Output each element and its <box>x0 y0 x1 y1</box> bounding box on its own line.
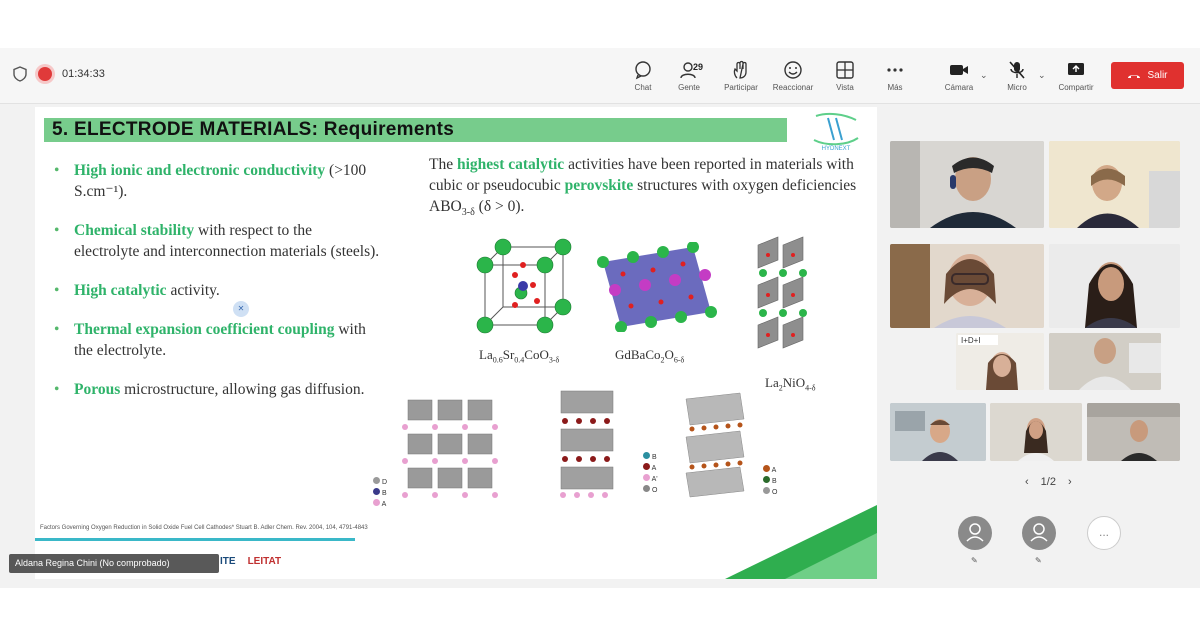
person-silhouette-icon <box>890 403 986 461</box>
slide-title-banner: 5. ELECTRODE MATERIALS: Requirements <box>44 118 787 142</box>
person-silhouette-icon: I+D+I <box>956 333 1044 390</box>
mic-muted-icon: ✎ <box>1035 556 1042 565</box>
list-item: • Chemical stability with respect to the … <box>54 222 380 260</box>
meeting-toolbar: 01:34:33 Chat 29 Gente Participar Reacci… <box>0 48 1200 104</box>
react-label: Reaccionar <box>772 83 814 92</box>
rp-perovskite-structure <box>757 236 807 349</box>
hang-up-icon <box>1128 74 1141 78</box>
meeting-timer: 01:34:33 <box>62 68 105 80</box>
user-icon <box>966 523 984 542</box>
svg-text:I+D+I: I+D+I <box>961 336 981 345</box>
participant-video[interactable] <box>890 244 1044 328</box>
more-participants-button[interactable]: ... <box>1087 516 1121 550</box>
shared-slide: 5. ELECTRODE MATERIALS: Requirements HYD… <box>35 107 877 579</box>
cursor-icon: ✕ <box>233 301 249 317</box>
participate-label: Participar <box>724 83 758 92</box>
share-button[interactable]: Compartir <box>1051 60 1101 92</box>
participant-video[interactable] <box>990 403 1082 461</box>
person-silhouette-icon <box>990 403 1082 461</box>
person-silhouette-icon <box>890 141 1044 228</box>
person-silhouette-icon <box>1087 403 1180 461</box>
raise-hand-button[interactable]: Participar <box>716 60 766 92</box>
mic-label: Micro <box>1007 83 1027 92</box>
person-silhouette-icon <box>1049 244 1180 328</box>
legend-2: B A A' O <box>643 452 658 496</box>
prev-page-button[interactable]: ‹ <box>1025 476 1029 488</box>
smiley-icon <box>784 61 802 79</box>
cubic-perovskite-structure <box>476 238 572 334</box>
person-silhouette-icon <box>1049 141 1180 228</box>
next-page-button[interactable]: › <box>1068 476 1072 488</box>
participant-video[interactable] <box>1049 141 1180 228</box>
lattice-structure-2 <box>560 390 614 498</box>
legend-3: A B O <box>763 465 777 498</box>
more-label: Más <box>887 83 903 92</box>
more-dots-icon <box>887 68 903 72</box>
react-button[interactable]: Reaccionar <box>768 60 818 92</box>
shield-icon <box>13 66 27 82</box>
sponsor-logo: ITE <box>220 556 236 567</box>
mic-muted-icon <box>1009 61 1025 79</box>
slide-reference: Factors Governing Oxygen Reduction in So… <box>40 525 368 531</box>
lattice-structure-1 <box>402 399 498 498</box>
user-icon <box>1030 523 1048 542</box>
slide-title: 5. ELECTRODE MATERIALS: Requirements <box>52 119 455 140</box>
formula-label: GdBaCo2O6-δ <box>615 347 685 365</box>
list-item: • High catalytic activity. <box>54 282 220 299</box>
list-item: • High ionic and electronic conductivity … <box>54 162 367 200</box>
participant-video[interactable] <box>1049 244 1180 328</box>
list-item: • Thermal expansion coefficient coupling … <box>54 321 366 359</box>
chat-button[interactable]: Chat <box>618 60 668 92</box>
person-silhouette-icon <box>1049 333 1161 390</box>
participant-video[interactable]: I+D+I <box>956 333 1044 390</box>
formula-label: La0.6Sr0.4CoO3-δ <box>479 347 560 365</box>
chat-label: Chat <box>634 83 652 92</box>
recording-indicator-icon <box>38 67 52 81</box>
logo-text: HYDNEXT <box>822 146 851 152</box>
legend-1: D B A <box>373 477 387 510</box>
view-button[interactable]: Vista <box>820 60 870 92</box>
camera-options-chevron-icon[interactable]: ⌄ <box>980 70 988 81</box>
participant-avatar[interactable] <box>1022 516 1056 550</box>
people-count: 29 <box>693 62 704 72</box>
sponsor-logos: ITE LEITAT <box>220 556 281 567</box>
camera-label: Cámara <box>944 83 974 92</box>
leave-button[interactable]: Salir <box>1111 62 1184 89</box>
camera-icon <box>950 65 968 75</box>
hydnext-logo-icon: HYDNEXT <box>813 112 859 152</box>
mic-options-chevron-icon[interactable]: ⌄ <box>1038 70 1046 81</box>
participant-video[interactable] <box>890 403 986 461</box>
people-button[interactable]: 29 Gente <box>664 60 714 92</box>
person-silhouette-icon <box>890 244 1044 328</box>
sponsor-logo: LEITAT <box>247 556 282 567</box>
perovskite-paragraph: The highest catalytic activities have be… <box>429 156 857 219</box>
lattice-structure-3 <box>685 392 745 498</box>
view-label: Vista <box>836 83 854 92</box>
participant-video[interactable] <box>890 141 1044 228</box>
people-label: Gente <box>678 83 700 92</box>
presenter-name-tag: Aldana Regina Chini (No comprobado) <box>9 554 219 573</box>
formula-label: La2NiO4-δ <box>765 375 816 393</box>
toolbar-left: 01:34:33 <box>12 66 105 82</box>
participant-video[interactable] <box>1049 333 1161 390</box>
camera-button[interactable]: Cámara <box>934 60 984 92</box>
leave-label: Salir <box>1147 70 1168 81</box>
page-indicator: 1/2 <box>1040 476 1056 488</box>
chat-icon <box>635 61 651 80</box>
layered-perovskite-structure <box>597 242 717 332</box>
list-item: • Porous microstructure, allowing gas dif… <box>54 381 365 398</box>
mic-button[interactable]: Micro <box>992 60 1042 92</box>
hand-icon <box>733 60 747 79</box>
more-button[interactable]: Más <box>870 60 920 92</box>
slide-accent-line <box>35 538 355 541</box>
corner-decoration <box>725 505 877 579</box>
participant-video[interactable] <box>1087 403 1180 461</box>
share-screen-icon <box>1068 63 1084 75</box>
mic-muted-icon: ✎ <box>971 556 978 565</box>
participant-pager: ‹ 1/2 › <box>1025 476 1072 488</box>
share-label: Compartir <box>1058 83 1094 92</box>
participant-avatar[interactable] <box>958 516 992 550</box>
grid-view-icon <box>836 61 854 79</box>
requirements-list: • High ionic and electronic conductivity … <box>50 160 380 418</box>
